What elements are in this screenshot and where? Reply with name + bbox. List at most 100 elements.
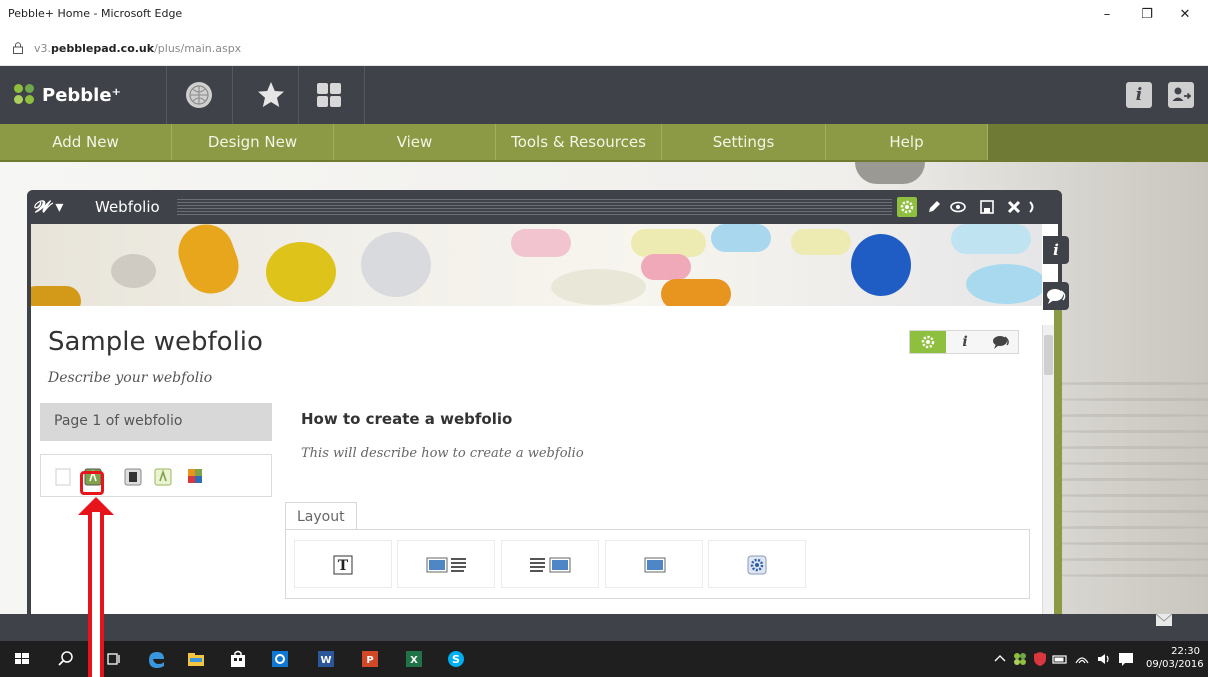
overflow-icon xyxy=(1029,201,1034,213)
text-image-icon xyxy=(530,557,571,573)
layout-text-image[interactable] xyxy=(501,540,599,588)
logout-icon xyxy=(1172,87,1192,101)
excel-icon[interactable]: X xyxy=(404,649,424,669)
preview-button[interactable] xyxy=(948,197,968,217)
tray-shield-icon[interactable] xyxy=(1030,649,1050,669)
edit-button[interactable] xyxy=(924,197,944,217)
tray-chevron-up-icon[interactable] xyxy=(990,649,1010,669)
page-comments-button[interactable] xyxy=(983,331,1019,353)
layout-asset[interactable] xyxy=(708,540,806,588)
globe-icon[interactable] xyxy=(184,80,214,110)
address-bar[interactable]: v3.pebblepad.co.uk/plus/main.aspx xyxy=(0,30,1208,66)
minimize-button[interactable]: – xyxy=(1090,4,1124,26)
blank-page-icon[interactable] xyxy=(54,468,72,486)
url-text[interactable]: v3.pebblepad.co.uk/plus/main.aspx xyxy=(34,42,241,55)
section-title[interactable]: How to create a webfolio xyxy=(301,410,512,428)
layout-text-only[interactable]: T xyxy=(294,540,392,588)
webfolio-banner-image xyxy=(31,224,1042,306)
webfolio-titlebar: 𝓦 ▾ Webfolio xyxy=(27,190,1062,224)
add-blog-icon[interactable] xyxy=(124,468,142,486)
layout-image-text[interactable] xyxy=(397,540,495,588)
gear-icon xyxy=(921,335,935,349)
more-options-button[interactable] xyxy=(1027,197,1039,217)
page-info-button[interactable]: i xyxy=(947,331,983,353)
windows-start-icon[interactable] xyxy=(12,649,32,669)
outlook-icon[interactable] xyxy=(270,649,290,669)
save-button[interactable] xyxy=(977,197,997,217)
vertical-scrollbar[interactable] xyxy=(1042,325,1054,615)
page-title[interactable]: Sample webfolio xyxy=(48,327,263,357)
menu-help[interactable]: Help xyxy=(826,124,988,160)
search-icon[interactable] xyxy=(56,649,76,669)
webfolio-menu-button[interactable]: 𝓦 ▾ xyxy=(33,197,77,217)
page-tool-group: i xyxy=(909,330,1019,354)
tray-app-icon[interactable] xyxy=(1010,649,1030,669)
file-explorer-icon[interactable] xyxy=(186,649,206,669)
annotation-arrow-fill xyxy=(92,512,100,677)
edge-browser-icon[interactable] xyxy=(146,649,166,669)
restore-button[interactable]: ❐ xyxy=(1130,4,1164,26)
task-view-icon[interactable] xyxy=(104,649,124,669)
menu-view[interactable]: View xyxy=(334,124,496,160)
dashboard-grid-icon[interactable] xyxy=(314,80,344,110)
window-titlebar: Pebble+ Home - Microsoft Edge – ❐ ✕ xyxy=(0,0,1208,30)
image-icon xyxy=(644,557,666,573)
add-collection-icon[interactable] xyxy=(154,468,172,486)
menu-design-new[interactable]: Design New xyxy=(172,124,334,160)
menu-tools-resources[interactable]: Tools & Resources xyxy=(496,124,662,160)
svg-text:T: T xyxy=(338,558,349,574)
scrollbar-thumb[interactable] xyxy=(1044,335,1053,375)
side-info-tab[interactable]: i xyxy=(1043,236,1069,264)
windows-taskbar: W P X S 22:30 09/03/2016 xyxy=(0,641,1208,677)
window-green-rail xyxy=(1054,310,1062,620)
tray-volume-icon[interactable] xyxy=(1094,649,1114,669)
add-assets-icon[interactable] xyxy=(186,468,204,486)
tray-wifi-icon[interactable] xyxy=(1072,649,1092,669)
page-add-toolbar xyxy=(40,454,272,497)
window-title: Pebble+ Home - Microsoft Edge xyxy=(8,7,183,20)
page-nav-item[interactable]: Page 1 of webfolio xyxy=(40,403,272,441)
star-icon[interactable] xyxy=(256,80,286,110)
svg-text:W: W xyxy=(320,655,331,666)
page-description[interactable]: Describe your webfolio xyxy=(48,370,212,386)
annotation-arrow-shaft-right xyxy=(100,512,104,677)
skype-icon[interactable]: S xyxy=(446,649,466,669)
floppy-disk-icon xyxy=(980,200,994,214)
word-icon[interactable]: W xyxy=(316,649,336,669)
image-text-icon xyxy=(426,557,466,573)
layout-image-only[interactable] xyxy=(605,540,703,588)
tray-time: 22:30 xyxy=(1171,646,1200,657)
mail-icon[interactable] xyxy=(1154,610,1174,630)
powerpoint-icon[interactable]: P xyxy=(360,649,380,669)
pencil-icon xyxy=(929,201,940,212)
menu-filler xyxy=(988,124,1208,160)
layout-options: T xyxy=(285,529,1030,599)
pebble-logo[interactable]: Pebble⁺ xyxy=(14,84,121,106)
pebble-logo-text: Pebble⁺ xyxy=(42,84,122,106)
lock-icon xyxy=(13,42,23,54)
info-button[interactable]: i xyxy=(1126,82,1152,108)
tray-notifications-icon[interactable] xyxy=(1116,649,1136,669)
tray-battery-icon[interactable] xyxy=(1050,649,1070,669)
section-description[interactable]: This will describe how to create a webfo… xyxy=(301,446,584,461)
svg-text:P: P xyxy=(366,655,373,666)
store-icon[interactable] xyxy=(228,649,248,669)
tray-clock[interactable]: 22:30 09/03/2016 xyxy=(1146,645,1204,671)
layout-tab[interactable]: Layout xyxy=(285,502,357,530)
logout-button[interactable] xyxy=(1168,82,1194,108)
main-menu: Add New Design New View Tools & Resource… xyxy=(0,124,1208,162)
menu-add-new[interactable]: Add New xyxy=(0,124,172,160)
side-comments-tab[interactable] xyxy=(1043,282,1069,310)
text-block-icon: T xyxy=(333,555,353,575)
webfolio-window-title: Webfolio xyxy=(95,198,160,216)
settings-gear-button[interactable] xyxy=(897,197,917,217)
gear-icon xyxy=(900,200,914,214)
tray-date: 09/03/2016 xyxy=(1146,659,1204,670)
pebble-logo-icon xyxy=(14,84,36,106)
browser-bottom-bar xyxy=(0,613,1208,641)
close-webfolio-button[interactable] xyxy=(1004,197,1024,217)
menu-settings[interactable]: Settings xyxy=(662,124,826,160)
page-settings-button[interactable] xyxy=(910,331,946,353)
titlebar-drag-handle[interactable] xyxy=(177,199,892,215)
close-window-button[interactable]: ✕ xyxy=(1168,4,1202,26)
